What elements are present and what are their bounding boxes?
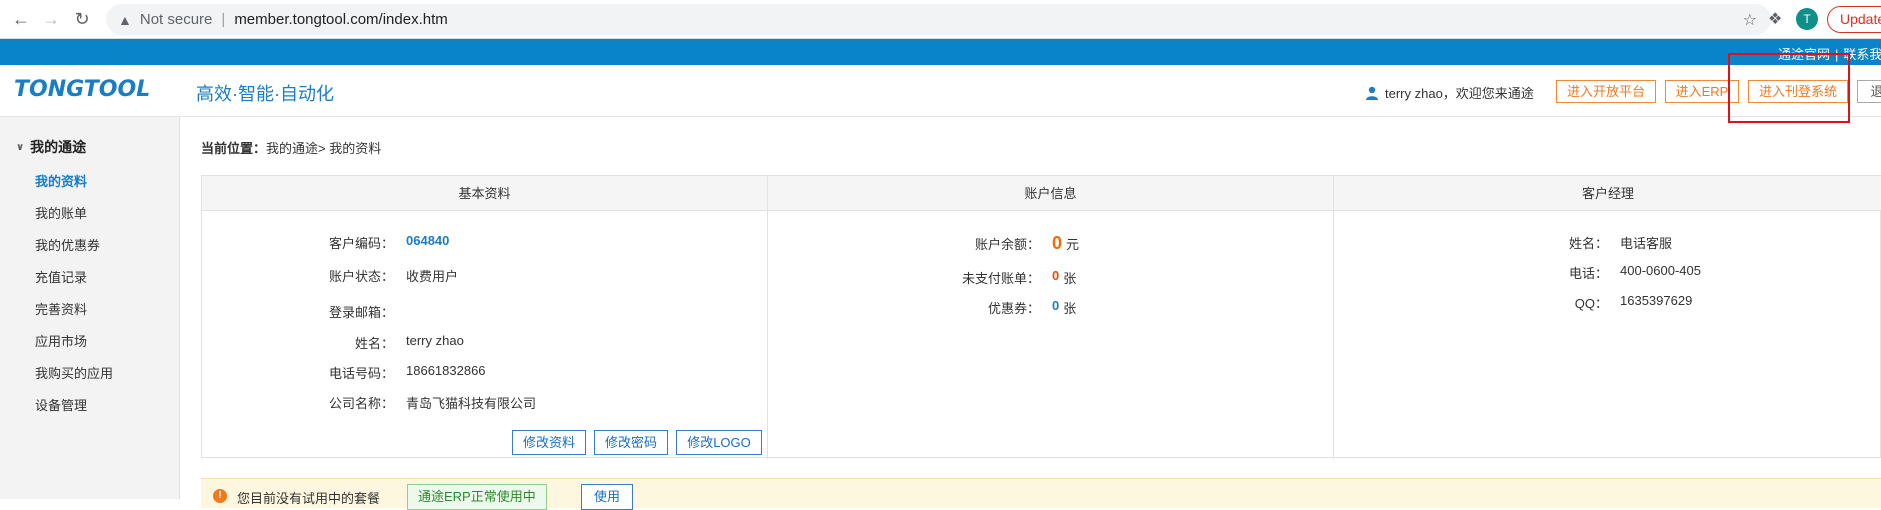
- open-platform-button[interactable]: 进入开放平台: [1556, 80, 1656, 103]
- balance-value: 0: [1052, 233, 1063, 253]
- user-greeting: terry zhao，欢迎您来通途: [1365, 83, 1534, 102]
- trial-notice: ! 您目前没有试用中的套餐 通途ERP正常使用中 使用: [201, 478, 1881, 510]
- bookmark-star-icon[interactable]: ☆: [1743, 10, 1757, 30]
- basic-info-header: 基本资料: [202, 176, 767, 211]
- manager-name-value: 电话客服: [1620, 236, 1673, 251]
- unpaid-label: 未支付账单：: [961, 271, 1040, 286]
- alert-icon: !: [213, 489, 227, 503]
- coupon-label: 优惠券：: [987, 301, 1040, 316]
- manager-name-row: 姓名： 电话客服: [1520, 233, 1672, 252]
- sidebar-item-my-bills[interactable]: 我的账单: [35, 203, 87, 222]
- phone-value: 18661832866: [406, 363, 486, 378]
- account-status-value: 收费用户: [406, 269, 459, 284]
- reload-icon[interactable]: ↻: [71, 8, 93, 30]
- field-customer-code: 客户编码： 064840: [300, 233, 449, 252]
- logout-button[interactable]: 退: [1857, 80, 1881, 103]
- sidebar-item-purchased-apps[interactable]: 我购买的应用: [35, 363, 113, 382]
- sidebar-item-my-coupons[interactable]: 我的优惠券: [35, 235, 100, 254]
- use-button[interactable]: 使用: [581, 484, 634, 510]
- manager-phone-row: 电话： 400-0600-405: [1520, 263, 1701, 282]
- sidebar-group-header[interactable]: ∨ 我的通途: [16, 137, 86, 157]
- highlight-box: [1728, 53, 1850, 123]
- change-logo-button[interactable]: 修改LOGO: [676, 430, 762, 455]
- site-header: TONGTOOL 高效·智能·自动化 terry zhao，欢迎您来通途 进入开…: [0, 65, 1881, 117]
- tongtool-logo[interactable]: TONGTOOL: [14, 77, 150, 102]
- breadcrumb-path: 我的通途> 我的资料: [266, 141, 382, 156]
- balance-row: 账户余额： 0 元: [930, 233, 1079, 254]
- greeting-text: terry zhao，欢迎您来通途: [1385, 86, 1534, 101]
- sidebar: ∨ 我的通途 我的资料 我的账单 我的优惠券 充值记录 完善资料 应用市场 我购…: [0, 117, 180, 499]
- browser-toolbar: ← → ↻ ▲ Not secure | member.tongtool.com…: [0, 0, 1881, 39]
- field-label: 姓名：: [354, 336, 394, 351]
- coupon-value: 0: [1052, 298, 1060, 313]
- user-icon: [1366, 86, 1378, 100]
- balance-unit: 元: [1066, 237, 1080, 252]
- account-info-column: 账户信息: [768, 176, 1334, 459]
- manager-phone-value: 400-0600-405: [1620, 263, 1701, 278]
- sidebar-item-recharge-records[interactable]: 充值记录: [35, 267, 87, 286]
- security-label: Not secure: [139, 11, 213, 28]
- slogan: 高效·智能·自动化: [196, 84, 334, 104]
- manager-qq-value: 1635397629: [1620, 293, 1693, 308]
- customer-code-value: 064840: [406, 233, 450, 248]
- field-name: 姓名： terry zhao: [300, 333, 464, 352]
- erp-status-tag: 通途ERP正常使用中: [407, 484, 547, 510]
- chevron-down-icon: ∨: [16, 141, 25, 153]
- sidebar-item-complete-profile[interactable]: 完善资料: [35, 299, 87, 318]
- field-company: 公司名称： 青岛飞猫科技有限公司: [300, 393, 536, 412]
- field-account-status: 账户状态： 收费用户: [300, 266, 458, 285]
- sidebar-group-label: 我的通途: [30, 139, 87, 155]
- address-bar[interactable]: ▲ Not secure | member.tongtool.com/index…: [106, 4, 1771, 35]
- field-phone: 电话号码： 18661832866: [300, 363, 486, 382]
- name-value: terry zhao: [406, 333, 464, 348]
- manager-column: 客户经理: [1334, 176, 1881, 459]
- manager-qq-label: QQ：: [1574, 296, 1608, 311]
- basic-info-column: 基本资料: [202, 176, 768, 459]
- sidebar-item-my-profile[interactable]: 我的资料: [35, 171, 87, 190]
- manager-qq-row: QQ： 1635397629: [1520, 293, 1693, 312]
- company-value: 青岛飞猫科技有限公司: [406, 396, 537, 411]
- profile-avatar[interactable]: T: [1796, 8, 1818, 30]
- field-label: 公司名称：: [328, 396, 394, 411]
- back-icon[interactable]: ←: [10, 8, 32, 30]
- update-button[interactable]: Update: [1827, 6, 1881, 33]
- manager-header: 客户经理: [1334, 176, 1881, 211]
- unpaid-row: 未支付账单： 0 张: [930, 268, 1076, 287]
- coupon-row: 优惠券： 0 张: [930, 298, 1076, 317]
- field-label: 登录邮箱：: [328, 305, 394, 320]
- unpaid-value: 0: [1052, 268, 1060, 283]
- account-info-header: 账户信息: [768, 176, 1333, 211]
- field-label: 电话号码：: [328, 366, 394, 381]
- field-login-email: 登录邮箱：: [300, 302, 406, 321]
- url-text: member.tongtool.com/index.htm: [234, 11, 448, 28]
- sidebar-item-app-market[interactable]: 应用市场: [35, 331, 87, 350]
- manager-name-label: 姓名：: [1568, 236, 1608, 251]
- breadcrumb: 当前位置：我的通途> 我的资料: [201, 138, 381, 157]
- address-separator: |: [221, 11, 226, 28]
- breadcrumb-label: 当前位置：: [201, 141, 267, 156]
- balance-label: 账户余额：: [974, 237, 1040, 252]
- top-link-bar: 通途官网 | 联系我: [0, 39, 1881, 65]
- edit-profile-button[interactable]: 修改资料: [512, 430, 586, 455]
- unpaid-unit: 张: [1063, 271, 1077, 286]
- manager-phone-label: 电话：: [1568, 266, 1608, 281]
- field-label: 账户状态：: [328, 269, 394, 284]
- extensions-icon[interactable]: ❖: [1768, 9, 1782, 29]
- notice-text: 您目前没有试用中的套餐: [237, 491, 381, 506]
- change-password-button[interactable]: 修改密码: [594, 430, 668, 455]
- field-label: 客户编码：: [328, 236, 394, 251]
- coupon-unit: 张: [1063, 301, 1077, 316]
- sidebar-item-device-management[interactable]: 设备管理: [35, 395, 87, 414]
- forward-icon[interactable]: →: [40, 8, 62, 30]
- warning-icon: ▲: [118, 11, 132, 28]
